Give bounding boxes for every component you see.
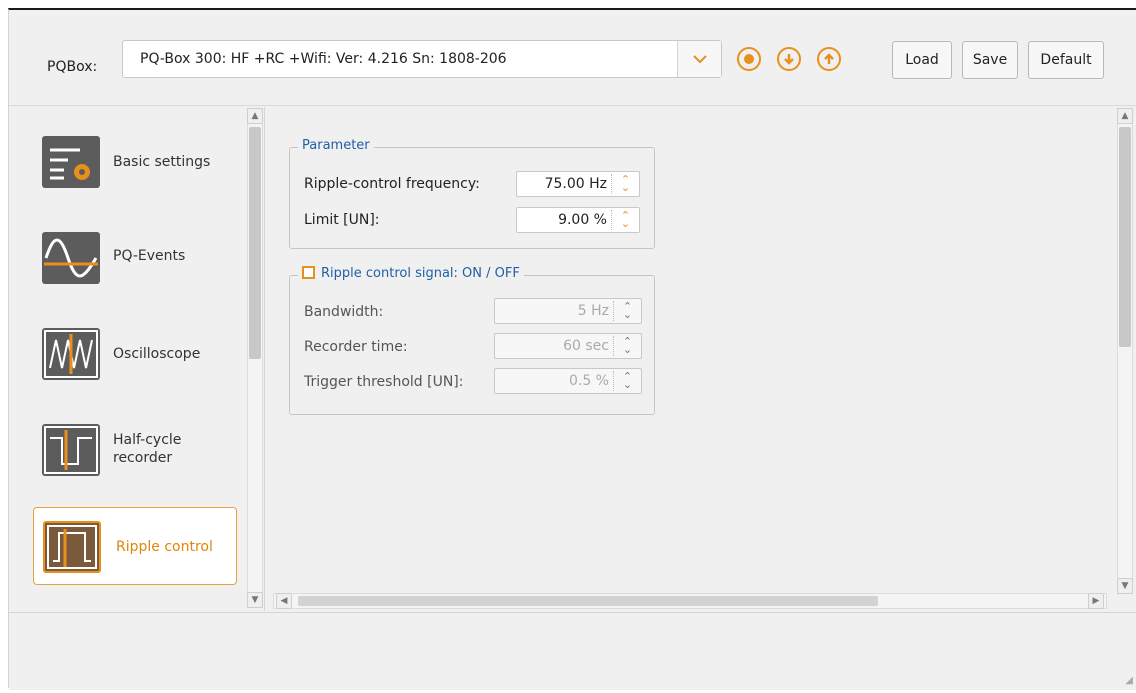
save-button[interactable]: Save (962, 41, 1018, 79)
spin-arrows-icon[interactable]: ⌃ ⌄ (611, 210, 639, 230)
ripple-signal-group: Ripple control signal: ON / OFF Bandwidt… (289, 266, 655, 415)
recorder-time-label: Recorder time: (304, 339, 408, 355)
record-icon[interactable] (737, 47, 761, 71)
sidebar: Basic settings PQ-Events Oscilloscope Ha… (17, 107, 265, 611)
scroll-left-icon[interactable]: ◀ (276, 593, 292, 609)
upload-icon[interactable] (817, 47, 841, 71)
device-select[interactable]: PQ-Box 300: HF +RC +Wifi: Ver: 4.216 Sn:… (122, 40, 722, 78)
spin-arrows-icon[interactable]: ⌃ ⌄ (613, 336, 641, 356)
scrollbar-thumb[interactable] (1119, 127, 1131, 347)
chevron-down-icon[interactable] (677, 41, 721, 77)
parameter-group: Parameter Ripple-control frequency: 75.0… (289, 138, 655, 249)
bandwidth-spinbox[interactable]: 5 Hz ⌃ ⌄ (494, 298, 642, 324)
sidebar-item-pq-events[interactable]: PQ-Events (33, 219, 237, 297)
ripple-control-icon (43, 521, 101, 573)
ripple-signal-header: Ripple control signal: ON / OFF (298, 266, 524, 281)
spin-arrows-icon[interactable]: ⌃ ⌄ (611, 174, 639, 194)
ripple-signal-checkbox[interactable] (302, 266, 315, 279)
sidebar-item-label: Half-cycle recorder (113, 432, 182, 466)
scroll-right-icon[interactable]: ▶ (1088, 593, 1104, 609)
trigger-threshold-label: Trigger threshold [UN]: (304, 374, 464, 390)
scrollbar-thumb[interactable] (249, 127, 261, 359)
trigger-threshold-spinbox[interactable]: 0.5 % ⌃ ⌄ (494, 368, 642, 394)
half-cycle-recorder-icon (42, 424, 100, 476)
device-label: PQBox: (47, 59, 98, 75)
sidebar-item-basic-settings[interactable]: Basic settings (33, 123, 237, 201)
content-horizontal-scrollbar[interactable]: ◀ ▶ (273, 593, 1107, 609)
limit-spinbox[interactable]: 9.00 % ⌃ ⌄ (516, 207, 640, 233)
trigger-threshold-value: 0.5 % (568, 373, 609, 389)
ripple-signal-title: Ripple control signal: ON / OFF (321, 266, 520, 281)
spin-arrows-icon[interactable]: ⌃ ⌄ (613, 301, 641, 321)
settings-window: PQBox: PQ-Box 300: HF +RC +Wifi: Ver: 4.… (8, 8, 1136, 690)
download-icon[interactable] (777, 47, 801, 71)
bandwidth-value: 5 Hz (577, 303, 609, 319)
sidebar-item-label: Oscilloscope (113, 346, 201, 362)
spin-arrows-icon[interactable]: ⌃ ⌄ (613, 371, 641, 391)
resize-grip-icon[interactable]: ◢ (1125, 675, 1133, 686)
sidebar-item-label: Ripple control (116, 539, 213, 555)
sidebar-item-half-cycle-recorder[interactable]: Half-cycle recorder (33, 411, 237, 489)
scrollbar-thumb[interactable] (298, 596, 878, 606)
scroll-up-icon[interactable]: ▲ (1117, 108, 1133, 124)
ripple-frequency-label: Ripple-control frequency: (304, 176, 480, 192)
status-bar: ◢ (9, 612, 1136, 690)
recorder-time-value: 60 sec (563, 338, 609, 354)
ripple-frequency-spinbox[interactable]: 75.00 Hz ⌃ ⌄ (516, 171, 640, 197)
ripple-frequency-value: 75.00 Hz (544, 176, 607, 192)
content-vertical-scrollbar[interactable]: ▲ ▼ (1117, 108, 1133, 594)
scroll-up-icon[interactable]: ▲ (247, 108, 263, 124)
toolbar: PQBox: PQ-Box 300: HF +RC +Wifi: Ver: 4.… (9, 10, 1136, 106)
default-button[interactable]: Default (1028, 41, 1104, 79)
pq-events-icon (42, 232, 100, 284)
settings-panel: Parameter Ripple-control frequency: 75.0… (273, 107, 1136, 611)
scroll-down-icon[interactable]: ▼ (1117, 578, 1133, 594)
scroll-down-icon[interactable]: ▼ (247, 592, 263, 608)
load-button[interactable]: Load (892, 41, 952, 79)
limit-value: 9.00 % (558, 212, 607, 228)
sidebar-item-label: PQ-Events (113, 248, 186, 264)
limit-label: Limit [UN]: (304, 212, 380, 228)
sidebar-item-oscilloscope[interactable]: Oscilloscope (33, 315, 237, 393)
sidebar-item-label: Basic settings (113, 154, 211, 170)
device-select-value: PQ-Box 300: HF +RC +Wifi: Ver: 4.216 Sn:… (140, 51, 507, 67)
parameter-group-title: Parameter (298, 138, 374, 153)
sidebar-item-ripple-control[interactable]: Ripple control (33, 507, 237, 585)
sidebar-scrollbar[interactable]: ▲ ▼ (247, 108, 263, 608)
bandwidth-label: Bandwidth: (304, 304, 384, 320)
recorder-time-spinbox[interactable]: 60 sec ⌃ ⌄ (494, 333, 642, 359)
basic-settings-icon (42, 136, 100, 188)
oscilloscope-icon (42, 328, 100, 380)
